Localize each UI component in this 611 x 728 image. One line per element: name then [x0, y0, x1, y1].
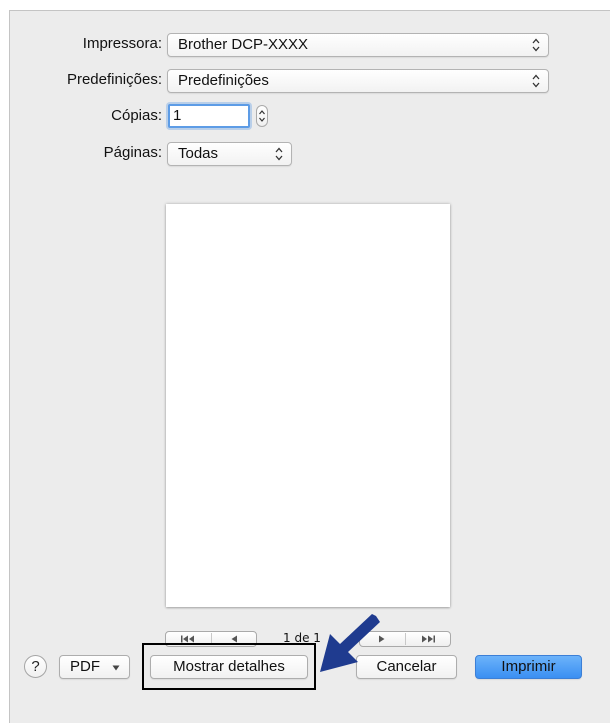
up-down-chevron-icon	[259, 110, 265, 122]
last-page-button[interactable]	[406, 632, 451, 646]
pages-value: Todas	[178, 145, 219, 162]
up-down-chevron-icon	[532, 74, 540, 88]
copies-label: Cópias:	[111, 107, 162, 124]
up-down-chevron-icon	[532, 38, 540, 52]
last-page-icon	[421, 635, 435, 643]
presets-label: Predefinições:	[66, 71, 162, 88]
presets-popup[interactable]: Predefinições	[167, 69, 549, 93]
printer-label: Impressora:	[82, 35, 162, 52]
printer-popup[interactable]: Brother DCP-XXXX	[167, 33, 549, 57]
show-details-button[interactable]: Mostrar detalhes	[150, 655, 308, 679]
printer-value: Brother DCP-XXXX	[178, 36, 309, 53]
print-button[interactable]: Imprimir	[475, 655, 582, 679]
help-icon: ?	[31, 658, 40, 675]
pages-popup[interactable]: Todas	[167, 142, 292, 166]
presets-value: Predefinições	[178, 72, 269, 89]
pointer-arrow-icon	[320, 614, 380, 672]
up-down-chevron-icon	[275, 147, 283, 161]
copies-stepper[interactable]	[256, 105, 268, 127]
pdf-label: PDF	[70, 658, 100, 675]
first-page-icon	[181, 635, 195, 643]
previous-page-icon	[231, 635, 237, 643]
pdf-menu-button[interactable]: PDF	[59, 655, 130, 679]
dropdown-triangle-icon	[112, 665, 120, 671]
help-button[interactable]: ?	[24, 655, 47, 678]
copies-input[interactable]: 1	[168, 104, 250, 128]
page-preview	[166, 204, 450, 607]
pages-label: Páginas:	[103, 144, 162, 161]
